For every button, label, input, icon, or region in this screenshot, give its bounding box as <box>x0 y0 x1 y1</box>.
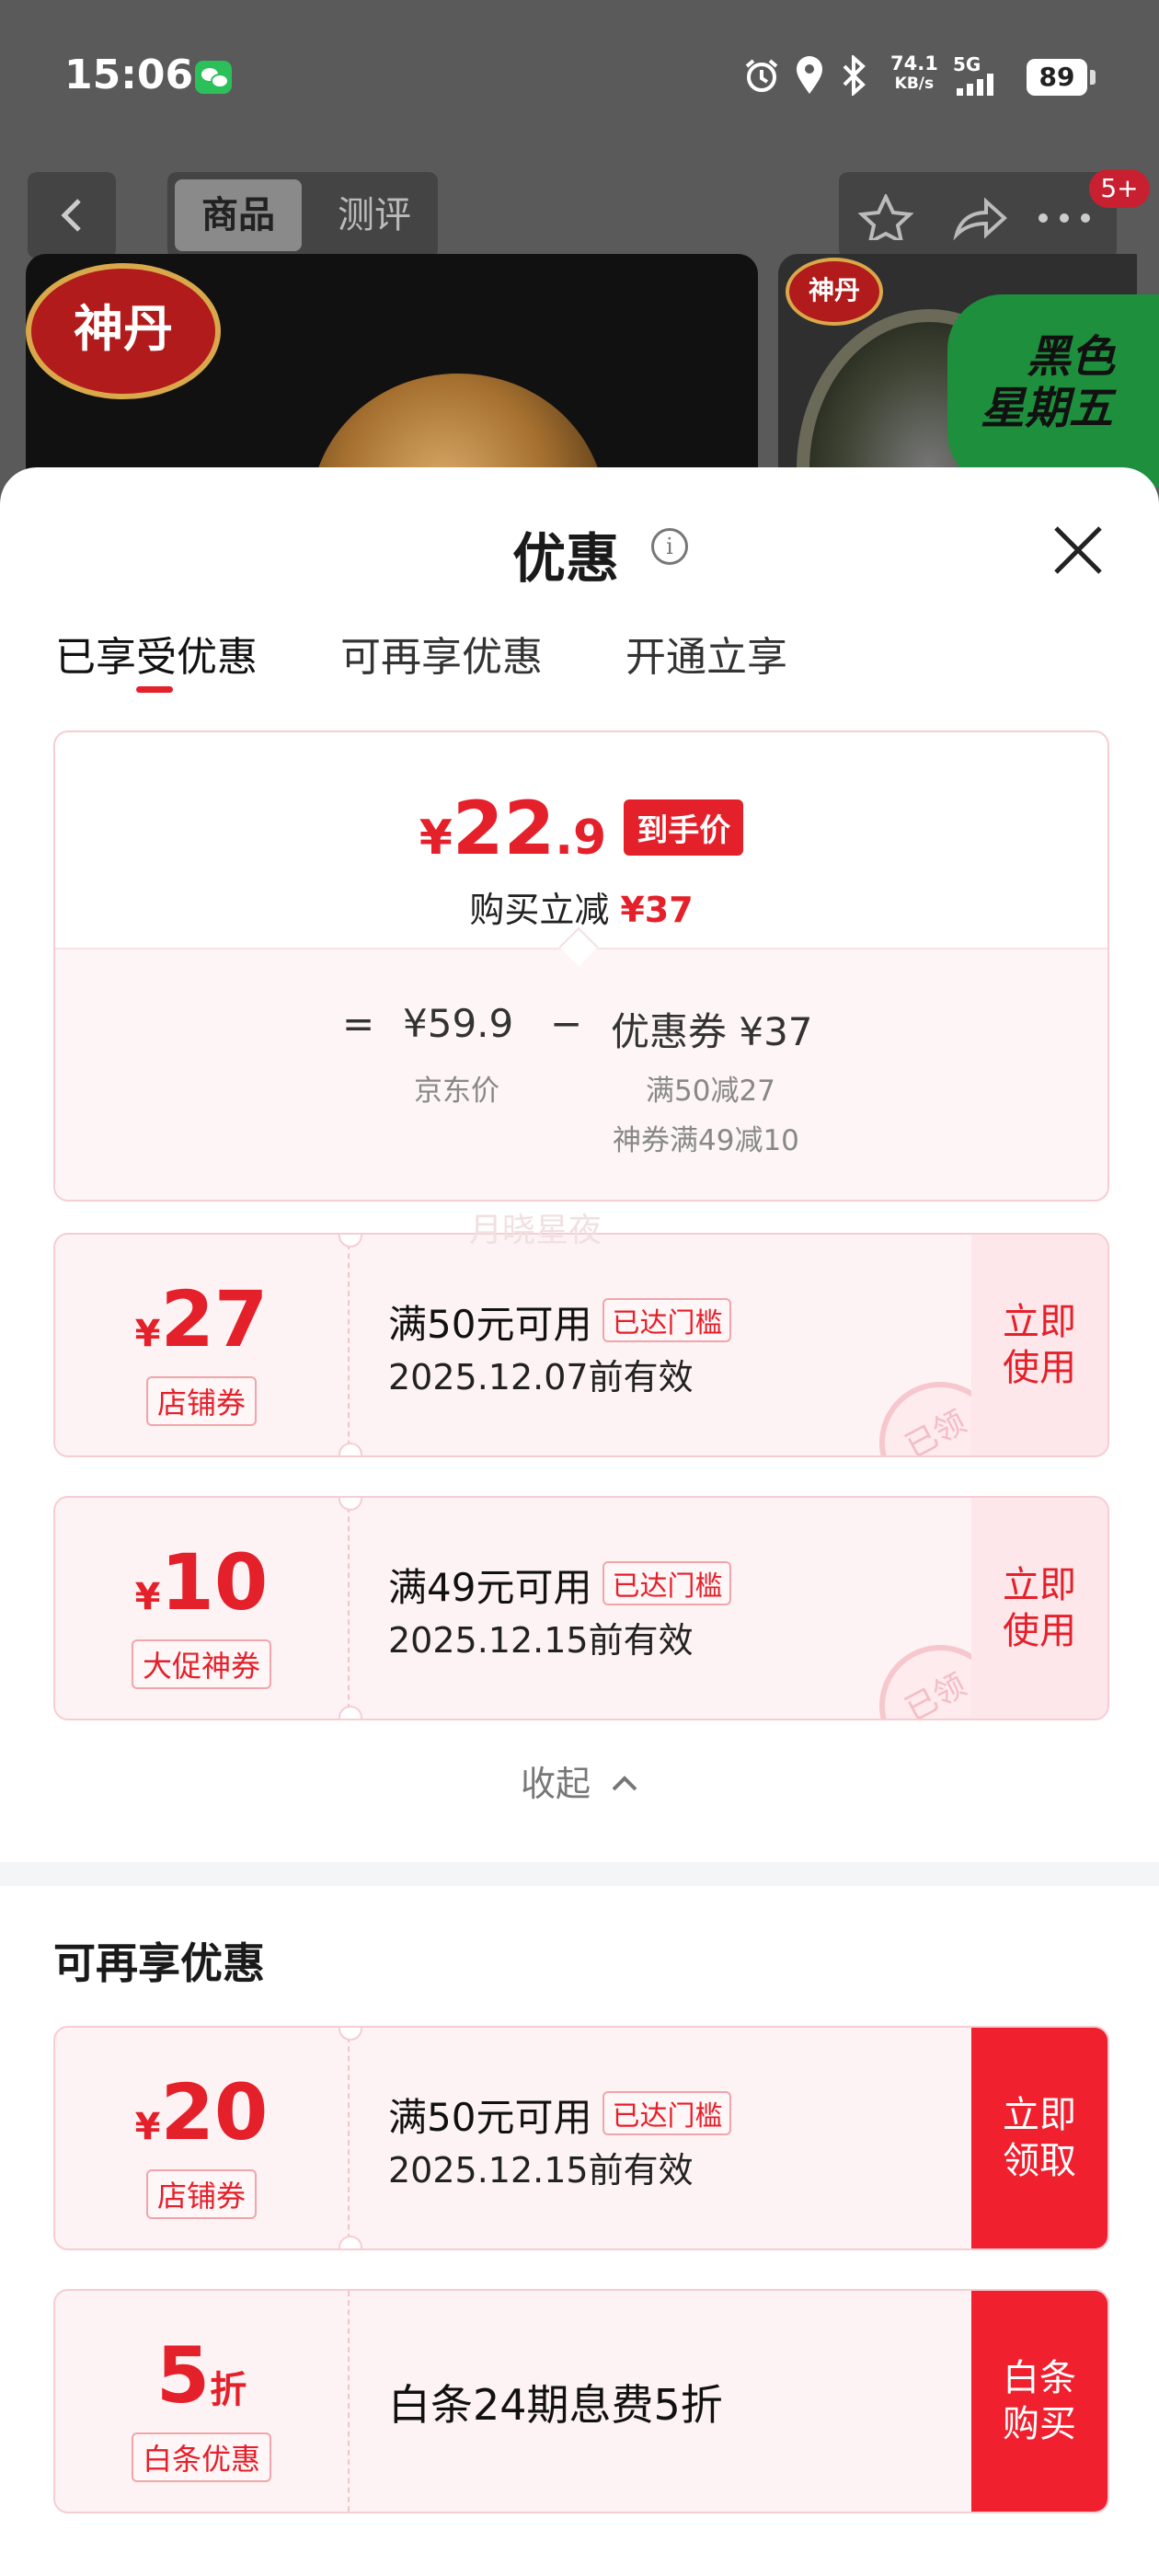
coupon-type: 大促神券 <box>131 1639 271 1689</box>
promo-banner: 黑色 星期五 <box>947 294 1159 488</box>
claim-now-button[interactable]: 立即 领取 <box>971 2028 1107 2248</box>
tab-more-available[interactable]: 可再享优惠 <box>340 624 543 683</box>
top-segment-tabs: 商品 测评 <box>167 172 438 259</box>
more-icon[interactable] <box>1032 194 1096 240</box>
chevron-up-icon <box>612 1776 637 1791</box>
discount-sheet: 优惠 i 已享受优惠 可再享优惠 开通立享 ¥22.9 到手价 购买立减 ¥37 … <box>0 467 1159 2576</box>
use-now-button[interactable]: 立即 使用 <box>971 1498 1107 1719</box>
coupon-total: 优惠券 ¥37 <box>611 1009 813 1054</box>
chevron-left-icon <box>61 199 81 232</box>
threshold-tag: 已达门槛 <box>602 2091 732 2135</box>
use-now-button[interactable]: 立即 使用 <box>971 1235 1107 1455</box>
tab-activate[interactable]: 开通立享 <box>625 624 787 683</box>
coupon-condition: 满49元可用 已达门槛 <box>388 1557 732 1613</box>
sheet-title-text: 优惠 <box>511 527 619 590</box>
battery-indicator: 89 <box>1027 59 1096 96</box>
net-speed: 74.1 KB/s <box>890 52 938 93</box>
coupon-card: ¥27 店铺券 满50元可用 已达门槛 2025.12.07前有效 已领 立即 使… <box>53 1233 1109 1457</box>
minus-sign: − <box>550 1001 583 1046</box>
status-time: 15:06 <box>64 52 194 98</box>
coupon-card: 5折 白条优惠 白条24期息费5折 白条 购买 <box>53 2289 1109 2513</box>
price-badge: 到手价 <box>624 799 744 856</box>
coupon-expiry: 2025.12.15前有效 <box>388 2150 694 2191</box>
coupon-expiry: 2025.12.15前有效 <box>388 1620 694 1661</box>
coupon-condition: 满50元可用 已达门槛 <box>388 1294 732 1350</box>
tab-enjoyed[interactable]: 已享受优惠 <box>55 624 258 683</box>
location-icon <box>793 55 826 104</box>
coupon-type: 白条优惠 <box>131 2432 271 2482</box>
status-bar: 15:06 74.1 KB/s 5G 89 <box>0 0 1159 156</box>
coupon-expiry: 2025.12.07前有效 <box>388 1357 694 1397</box>
info-icon[interactable]: i <box>651 528 688 565</box>
back-button[interactable] <box>28 172 116 259</box>
coupon-description: 白条24期息费5折 <box>388 2380 723 2430</box>
tab-review[interactable]: 测评 <box>324 179 425 251</box>
section-separator <box>0 1862 1159 1886</box>
collapse-button[interactable]: 收起 <box>0 1755 1159 1806</box>
notification-badge: 5+ <box>1089 169 1150 208</box>
coupon-card: ¥20 店铺券 满50元可用 已达门槛 2025.12.15前有效 立即 领取 <box>53 2026 1109 2250</box>
watermark: 月晓星夜 <box>469 1212 602 1249</box>
coupon-condition: 满50元可用 已达门槛 <box>388 2087 732 2143</box>
alarm-icon <box>741 55 782 104</box>
top-actions <box>839 172 1117 259</box>
background-page: 15:06 74.1 KB/s 5G 89 商品 测评 5+ 神丹 神丹 黑色 … <box>0 0 1159 530</box>
price-summary-card: ¥22.9 到手价 购买立减 ¥37 = ¥59.9 − 优惠券 ¥37 京东价 … <box>53 730 1109 1202</box>
coupon-card: ¥10 大促神券 满49元可用 已达门槛 2025.12.15前有效 已领 立即 … <box>53 1496 1109 1720</box>
bluetooth-icon <box>839 53 868 104</box>
coupon-value: ¥20 店铺券 <box>55 2028 348 2248</box>
section-title-more: 可再享优惠 <box>53 1938 265 1988</box>
signal-icon <box>957 74 993 96</box>
coupon-detail-2: 神券满49减10 <box>613 1124 799 1157</box>
star-icon[interactable] <box>857 194 914 240</box>
baitiao-buy-button[interactable]: 白条 购买 <box>971 2291 1107 2512</box>
coupon-detail-1: 满50减27 <box>646 1075 775 1108</box>
price-breakdown: = ¥59.9 − 优惠券 ¥37 京东价 满50减27 神券满49减10 <box>55 948 1107 1200</box>
final-price: ¥22.9 到手价 <box>55 786 1107 871</box>
coupon-value: ¥27 店铺券 <box>55 1235 348 1455</box>
coupon-value: 5折 白条优惠 <box>55 2291 348 2512</box>
jd-price: ¥59.9 <box>403 1001 514 1046</box>
share-icon[interactable] <box>951 194 1008 240</box>
threshold-tag: 已达门槛 <box>602 1561 732 1605</box>
brand-logo-small: 神丹 <box>786 258 883 326</box>
network-type: 5G <box>953 53 981 75</box>
wechat-icon <box>195 61 232 94</box>
equals-sign: = <box>342 1001 375 1046</box>
coupon-type: 店铺券 <box>145 2169 257 2219</box>
coupon-value: ¥10 大促神券 <box>55 1498 348 1719</box>
coupon-type: 店铺券 <box>145 1376 257 1426</box>
sheet-title: 优惠 <box>0 515 1159 592</box>
threshold-tag: 已达门槛 <box>602 1298 732 1342</box>
jd-price-label: 京东价 <box>414 1075 499 1108</box>
brand-logo: 神丹 <box>26 263 221 399</box>
discount-tabs: 已享受优惠 可再享优惠 开通立享 <box>55 624 1104 697</box>
tab-product[interactable]: 商品 <box>175 179 302 251</box>
active-tab-indicator <box>136 686 173 693</box>
close-icon[interactable] <box>1049 521 1107 580</box>
instant-reduction: 购买立减 ¥37 <box>469 890 694 930</box>
